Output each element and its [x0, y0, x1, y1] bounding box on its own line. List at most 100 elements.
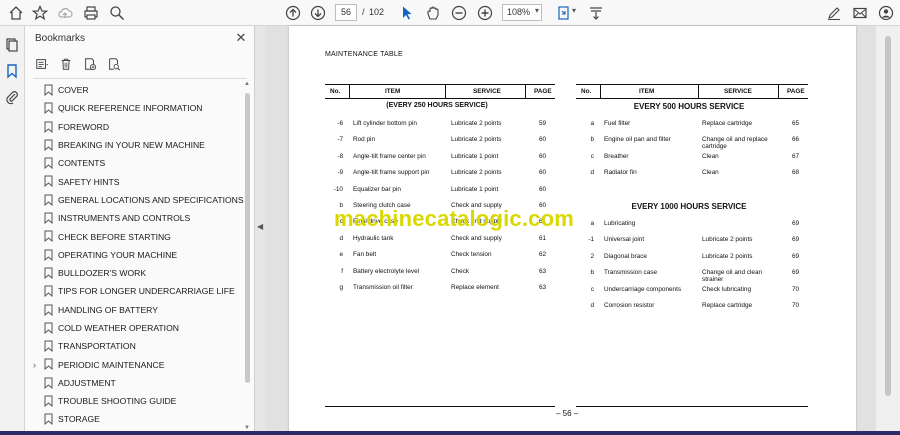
chevron-down-icon[interactable]: ▾ — [535, 6, 539, 15]
table-cell-no: e — [339, 251, 343, 259]
bookmark-item[interactable]: COVER — [25, 81, 243, 99]
table-cell-item: Universal joint — [604, 236, 645, 244]
table-cell-page: 61 — [539, 234, 547, 242]
add-bookmark-icon[interactable] — [81, 55, 99, 73]
previous-page-icon[interactable] — [283, 3, 303, 23]
table-cell-item: Hydraulic tank — [353, 234, 394, 242]
section-1000-hours: EVERY 1000 HOURS SERVICE — [631, 202, 747, 211]
table-cell-item: Transmission oil filter — [353, 284, 413, 291]
table-cell-service: Replace element — [451, 284, 499, 291]
table-cell-no: c — [590, 152, 594, 160]
document-viewer: MAINTENANCE TABLE No. ITEM SERVICE PAGE … — [265, 26, 876, 435]
bookmark-label: COVER — [58, 85, 89, 96]
table-cell-item: Breather — [604, 152, 629, 160]
bookmark-item[interactable]: BULLDOZER'S WORK — [25, 264, 243, 282]
bookmark-item[interactable]: QUICK REFERENCE INFORMATION — [25, 99, 243, 117]
table-cell-no: f — [341, 267, 343, 275]
table-cell-page: 70 — [792, 302, 800, 309]
zoom-out-icon[interactable] — [449, 3, 469, 23]
table-cell-service: Clean — [702, 152, 719, 160]
header-service: SERVICE — [724, 88, 752, 95]
chevron-right-icon[interactable]: › — [33, 360, 41, 370]
table-cell-page: 62 — [539, 251, 547, 259]
bookmark-item[interactable]: COLD WEATHER OPERATION — [25, 319, 243, 337]
section-250-hours: (EVERY 250 HOURS SERVICE) — [386, 102, 488, 109]
sign-edit-icon[interactable] — [824, 3, 844, 23]
bookmark-icon — [44, 139, 53, 151]
table-cell-service: Lubricate 1 point — [451, 185, 499, 193]
bookmark-panel-icon[interactable] — [2, 61, 22, 81]
mail-icon[interactable] — [850, 3, 870, 23]
header-item: ITEM — [385, 88, 401, 95]
table-cell-page: 60 — [539, 152, 547, 160]
close-icon[interactable]: ✕ — [233, 30, 249, 46]
bookmark-label: GENERAL LOCATIONS AND SPECIFICATIONS — [58, 194, 244, 205]
delete-trash-icon[interactable] — [57, 55, 75, 73]
scrollbar-thumb[interactable] — [245, 93, 250, 383]
header-page: PAGE — [534, 88, 552, 95]
star-icon[interactable] — [30, 3, 50, 23]
bookmark-item[interactable]: STORAGE — [25, 410, 243, 428]
document-page: MAINTENANCE TABLE No. ITEM SERVICE PAGE … — [289, 26, 856, 435]
bookmark-label: OPERATING YOUR MACHINE — [58, 249, 178, 260]
page-fit-icon[interactable] — [554, 3, 574, 23]
bookmark-item[interactable]: FOREWORD — [25, 118, 243, 136]
zoom-search-icon[interactable] — [107, 3, 127, 23]
bookmark-item[interactable]: CHECK BEFORE STARTING — [25, 227, 243, 245]
select-cursor-icon[interactable] — [397, 3, 417, 23]
cloud-upload-icon[interactable] — [55, 3, 75, 23]
bookmark-scrollbar[interactable]: ▲ ▼ — [244, 81, 252, 431]
table-cell-no: -1 — [588, 236, 594, 244]
panel-divider — [33, 78, 247, 79]
scrollbar-thumb[interactable] — [885, 36, 891, 396]
bookmark-item[interactable]: TRANSPORTATION — [25, 337, 243, 355]
bookmark-icon — [44, 102, 53, 115]
document-scrollbar[interactable] — [876, 26, 900, 435]
bookmark-item[interactable]: BREAKING IN YOUR NEW MACHINE — [25, 136, 243, 154]
pages-thumbnails-icon[interactable] — [2, 35, 22, 55]
current-page-input[interactable]: 56 — [335, 4, 357, 21]
bookmark-item[interactable]: GENERAL LOCATIONS AND SPECIFICATIONS — [25, 191, 244, 209]
table-cell-service: Lubricate 2 points — [451, 136, 502, 144]
table-cell-item: Fuel filter — [604, 120, 631, 127]
table-cell-no: 2 — [590, 252, 594, 260]
total-pages: 102 — [369, 7, 385, 17]
bookmark-tools — [33, 54, 123, 74]
bookmark-item[interactable]: OPERATING YOUR MACHINE — [25, 246, 243, 264]
bookmark-item[interactable]: ADJUSTMENT — [25, 374, 243, 392]
home-icon[interactable] — [6, 3, 26, 23]
left-rail — [0, 26, 25, 435]
bookmark-item[interactable]: HANDLING OF BATTERY — [25, 301, 243, 319]
print-icon[interactable] — [81, 3, 101, 23]
bookmark-item[interactable]: INSTRUMENTS AND CONTROLS — [25, 209, 243, 227]
bookmark-item[interactable]: CONTENTS — [25, 154, 243, 172]
table-cell-page: 68 — [792, 169, 800, 177]
bookmark-item[interactable]: › PERIODIC MAINTENANCE — [25, 355, 243, 373]
scroll-up-icon[interactable]: ▲ — [244, 81, 250, 87]
chevron-down-icon[interactable]: ▾ — [572, 6, 576, 15]
table-cell-no: g — [339, 284, 343, 291]
table-cell-service: Lubricate 1 point — [451, 152, 499, 160]
bookmark-item[interactable]: SAFETY HINTS — [25, 172, 243, 190]
table-cell-page: 67 — [792, 152, 800, 160]
table-cell-service: Change oil and replace cartridge — [702, 136, 768, 151]
table-cell-no: -8 — [337, 152, 343, 160]
attachment-paperclip-icon[interactable] — [2, 87, 22, 107]
collapse-panel-icon[interactable]: ◀ — [257, 222, 263, 231]
bookmark-label: CONTENTS — [58, 158, 106, 169]
bookmark-item[interactable]: TIPS FOR LONGER UNDERCARRIAGE LIFE — [25, 282, 243, 300]
table-cell-no: b — [590, 269, 594, 277]
bookmark-item[interactable]: TROUBLE SHOOTING GUIDE — [25, 392, 243, 410]
user-account-icon[interactable] — [876, 3, 896, 23]
hand-tool-icon[interactable] — [423, 3, 443, 23]
zoom-in-icon[interactable] — [475, 3, 495, 23]
bookmark-label: TROUBLE SHOOTING GUIDE — [58, 396, 177, 407]
options-menu-icon[interactable] — [33, 55, 51, 73]
table-cell-page: 60 — [539, 185, 547, 193]
table-cell-page: 59 — [539, 120, 547, 127]
table-cell-item: Diagonal brace — [604, 252, 647, 260]
find-bookmark-icon[interactable] — [105, 55, 123, 73]
next-page-icon[interactable] — [308, 3, 328, 23]
scroll-mode-icon[interactable] — [586, 3, 606, 23]
bookmark-icon — [44, 194, 53, 206]
